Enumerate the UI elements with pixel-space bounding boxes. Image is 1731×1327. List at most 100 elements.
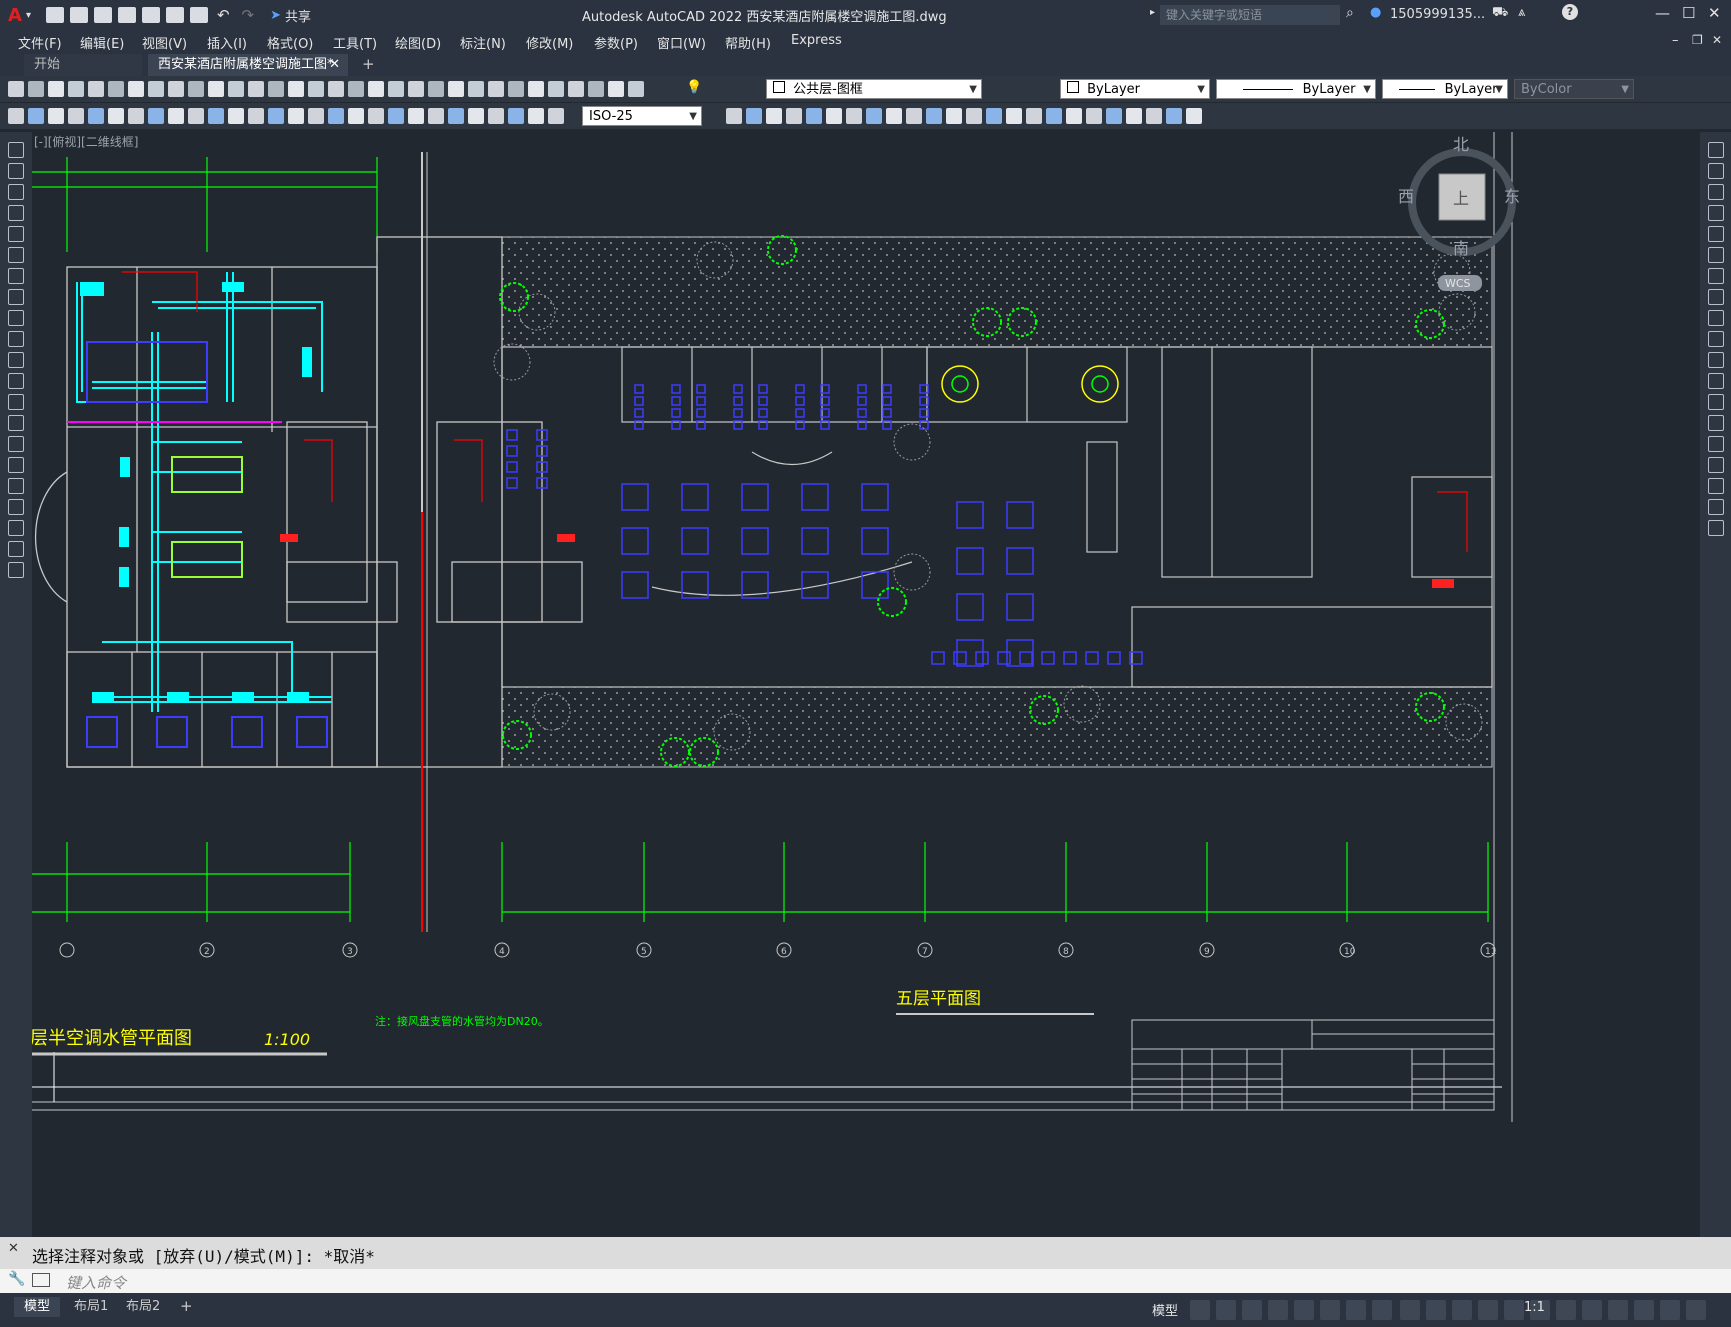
standard-tool-16-icon[interactable] — [308, 81, 324, 97]
modify-side-tool-2-icon[interactable] — [1708, 163, 1724, 179]
status-toggle-10-icon[interactable] — [1426, 1300, 1446, 1320]
status-toggle-6-icon[interactable] — [1320, 1300, 1340, 1320]
draw-tool-15-icon[interactable] — [8, 436, 24, 452]
drawing-canvas[interactable]: [-][俯视][二维线框] 2 3 4 5 6 7 8 9 10 11 层半空调… — [32, 132, 1684, 1237]
modify-side-tool-9-icon[interactable] — [1708, 310, 1724, 326]
standard-tool-15-icon[interactable] — [288, 81, 304, 97]
modify-side-tool-16-icon[interactable] — [1708, 457, 1724, 473]
standard-tool-9-icon[interactable] — [168, 81, 184, 97]
draw-tool-21-icon[interactable] — [8, 562, 24, 578]
menu-help[interactable]: 帮助(H) — [725, 33, 771, 52]
standard-tool-18-icon[interactable] — [348, 81, 364, 97]
autocad-logo-icon[interactable]: A — [8, 5, 22, 26]
save-icon[interactable] — [93, 7, 112, 23]
draw-tool-8-icon[interactable] — [8, 289, 24, 305]
standard-tool-12-icon[interactable] — [228, 81, 244, 97]
dimension-tool-18-icon[interactable] — [348, 108, 364, 124]
modify-side-tool-4-icon[interactable] — [1708, 205, 1724, 221]
draw-tool-14-icon[interactable] — [8, 415, 24, 431]
modify-tool-19-icon[interactable] — [1086, 108, 1102, 124]
draw-tool-20-icon[interactable] — [8, 541, 24, 557]
draw-tool-9-icon[interactable] — [8, 310, 24, 326]
redo-icon[interactable]: ↷ — [242, 6, 255, 24]
standard-tool-21-icon[interactable] — [408, 81, 424, 97]
standard-tool-17-icon[interactable] — [328, 81, 344, 97]
modify-tool-13-icon[interactable] — [966, 108, 982, 124]
draw-tool-7-icon[interactable] — [8, 268, 24, 284]
dimension-tool-13-icon[interactable] — [248, 108, 264, 124]
tab-start[interactable]: 开始 — [24, 54, 142, 76]
doc-minimize-icon[interactable]: – — [1672, 33, 1679, 48]
plot-icon[interactable] — [189, 7, 208, 23]
modify-side-tool-6-icon[interactable] — [1708, 247, 1724, 263]
modify-side-tool-11-icon[interactable] — [1708, 352, 1724, 368]
modify-side-tool-19-icon[interactable] — [1708, 520, 1724, 536]
status-toggle-7-icon[interactable] — [1346, 1300, 1366, 1320]
standard-tool-14-icon[interactable] — [268, 81, 284, 97]
standard-tool-23-icon[interactable] — [448, 81, 464, 97]
status-toggle-12-icon[interactable] — [1478, 1300, 1498, 1320]
standard-tool-13-icon[interactable] — [248, 81, 264, 97]
draw-tool-6-icon[interactable] — [8, 247, 24, 263]
status-toggle-17-icon[interactable] — [1608, 1300, 1628, 1320]
dimension-tool-9-icon[interactable] — [168, 108, 184, 124]
menu-draw[interactable]: 绘图(D) — [395, 33, 441, 52]
command-line[interactable]: 🔧 键入命令 — [0, 1269, 1731, 1293]
status-toggle-18-icon[interactable] — [1634, 1300, 1654, 1320]
modify-tool-18-icon[interactable] — [1066, 108, 1082, 124]
draw-tool-13-icon[interactable] — [8, 394, 24, 410]
standard-tool-7-icon[interactable] — [128, 81, 144, 97]
search-icon[interactable]: ⌕ — [1346, 5, 1354, 21]
compass-north[interactable]: 北 — [1453, 135, 1469, 154]
customize-command-icon[interactable]: 🔧 — [8, 1271, 25, 1287]
status-toggle-5-icon[interactable] — [1294, 1300, 1314, 1320]
modify-tool-5-icon[interactable] — [806, 108, 822, 124]
menu-modify[interactable]: 修改(M) — [526, 33, 573, 52]
modify-tool-3-icon[interactable] — [766, 108, 782, 124]
modify-side-tool-15-icon[interactable] — [1708, 436, 1724, 452]
status-toggle-20-icon[interactable] — [1686, 1300, 1706, 1320]
share-button[interactable]: 共享 — [285, 6, 311, 25]
modify-tool-11-icon[interactable] — [926, 108, 942, 124]
app-menu-chevron-icon[interactable]: ▾ — [26, 10, 31, 21]
modify-side-tool-1-icon[interactable] — [1708, 142, 1724, 158]
standard-tool-6-icon[interactable] — [108, 81, 124, 97]
modify-tool-17-icon[interactable] — [1046, 108, 1062, 124]
menu-view[interactable]: 视图(V) — [142, 33, 187, 52]
draw-tool-2-icon[interactable] — [8, 163, 24, 179]
dimension-tool-2-icon[interactable] — [28, 108, 44, 124]
dimstyle-dropdown[interactable]: ISO-25 ▼ — [582, 106, 702, 126]
modify-side-tool-12-icon[interactable] — [1708, 373, 1724, 389]
help-icon[interactable]: ? — [1562, 4, 1578, 20]
modify-side-tool-8-icon[interactable] — [1708, 289, 1724, 305]
drawing-svg[interactable]: [-][俯视][二维线框] 2 3 4 5 6 7 8 9 10 11 层半空调… — [32, 132, 1684, 1237]
layout-tab-1[interactable]: 布局1 — [64, 1297, 118, 1317]
modify-side-tool-18-icon[interactable] — [1708, 499, 1724, 515]
modify-tool-7-icon[interactable] — [846, 108, 862, 124]
standard-tool-28-icon[interactable] — [548, 81, 564, 97]
tab-drawing[interactable]: 西安某酒店附属楼空调施工图* ✕ — [148, 54, 348, 76]
dimension-tool-14-icon[interactable] — [268, 108, 284, 124]
draw-tool-19-icon[interactable] — [8, 520, 24, 536]
status-toggle-1-icon[interactable] — [1190, 1300, 1210, 1320]
menu-dimension[interactable]: 标注(N) — [460, 33, 506, 52]
minimize-icon[interactable]: — — [1655, 4, 1670, 22]
dimension-tool-4-icon[interactable] — [68, 108, 84, 124]
dimension-tool-7-icon[interactable] — [128, 108, 144, 124]
dimension-tool-11-icon[interactable] — [208, 108, 224, 124]
status-toggle-3-icon[interactable] — [1242, 1300, 1262, 1320]
viewport-controls-label[interactable]: [-][俯视][二维线框] — [34, 134, 138, 149]
dimension-tool-1-icon[interactable] — [8, 108, 24, 124]
standard-tool-20-icon[interactable] — [388, 81, 404, 97]
layout-tab-2[interactable]: 布局2 — [116, 1297, 170, 1317]
modify-tool-12-icon[interactable] — [946, 108, 962, 124]
new-file-icon[interactable] — [45, 7, 64, 23]
share-icon[interactable]: ➤ — [270, 8, 281, 23]
status-toggle-15-icon[interactable] — [1556, 1300, 1576, 1320]
standard-tool-3-icon[interactable] — [48, 81, 64, 97]
modify-tool-15-icon[interactable] — [1006, 108, 1022, 124]
doc-close-icon[interactable]: ✕ — [1712, 33, 1722, 47]
dimension-tool-27-icon[interactable] — [528, 108, 544, 124]
standard-tool-11-icon[interactable] — [208, 81, 224, 97]
menu-parametric[interactable]: 参数(P) — [594, 33, 638, 52]
